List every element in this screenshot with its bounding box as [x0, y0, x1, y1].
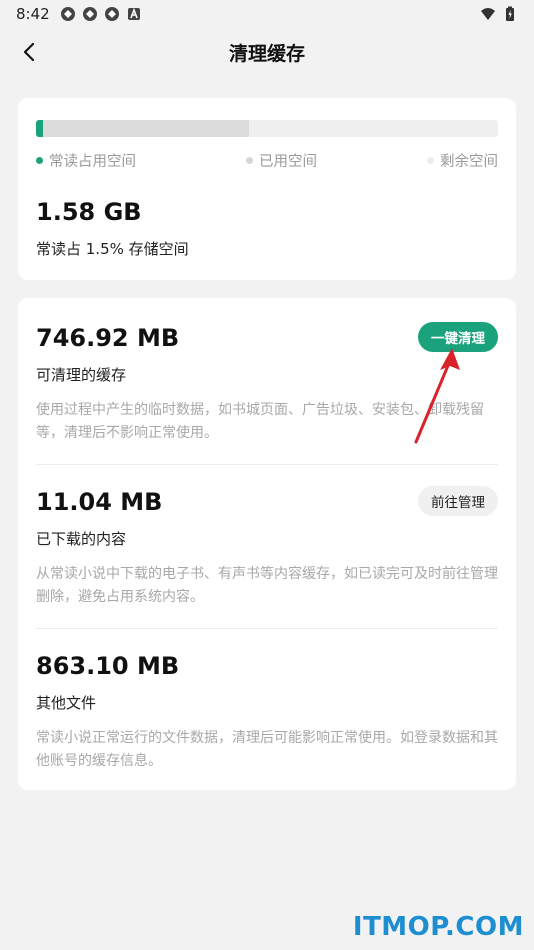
storage-card: 常读占用空间 已用空间 剩余空间 1.58 GB 常读占 1.5% 存储空间: [18, 98, 516, 280]
storage-legend: 常读占用空间 已用空间 剩余空间: [36, 150, 498, 170]
top-bar: 清理缓存: [0, 28, 534, 76]
storage-progress-bar: [36, 120, 498, 137]
section-description: 常读小说正常运行的文件数据，清理后可能影响正常使用。如登录数据和其他账号的缓存信…: [36, 730, 498, 769]
status-time: 8:42: [16, 5, 50, 23]
wifi-icon: [481, 8, 495, 20]
legend-item-app: 常读占用空间: [36, 150, 136, 171]
section-title: 其他文件: [36, 694, 97, 712]
legend-label: 常读占用空间: [49, 153, 136, 170]
storage-app-segment: [36, 120, 43, 137]
battery-icon: [506, 6, 514, 21]
chevron-left-icon: [23, 42, 35, 62]
divider: [36, 464, 498, 465]
legend-dot: [427, 156, 434, 164]
a-notification-icon: [127, 7, 140, 20]
app-storage-note: 常读占 1.5% 存储空间: [36, 240, 189, 258]
app-notification-icon: [82, 7, 97, 21]
legend-label: 已用空间: [259, 153, 317, 170]
status-notification-icons: [60, 6, 142, 22]
status-bar: 8:42: [0, 0, 534, 28]
app-storage-size: 1.58 GB: [36, 198, 142, 226]
annotation-arrow-icon: [414, 348, 460, 444]
page-title: 清理缓存: [228, 42, 305, 65]
app-notification-icon: [60, 7, 75, 21]
watermark-logo: ITMOP.COM: [352, 912, 524, 942]
legend-item-free: 剩余空间: [427, 150, 498, 171]
legend-dot: [246, 156, 253, 164]
status-system-icons: [480, 6, 518, 22]
section-size: 863.10 MB: [36, 652, 180, 680]
storage-used-segment: [36, 120, 249, 137]
back-button[interactable]: [14, 36, 46, 68]
app-notification-icon: [104, 7, 119, 21]
legend-item-used: 已用空间: [246, 150, 317, 171]
legend-label: 剩余空间: [440, 153, 498, 170]
go-manage-button[interactable]: 前往管理: [418, 486, 498, 516]
section-description: 从常读小说中下载的电子书、有声书等内容缓存，如已读完可及时前往管理删除，避免占用…: [36, 566, 498, 605]
other-files-section: 863.10 MB 其他文件 常读小说正常运行的文件数据，清理后可能影响正常使用…: [36, 648, 498, 773]
legend-dot: [36, 156, 43, 164]
divider: [36, 628, 498, 629]
section-title: 已下载的内容: [36, 530, 127, 548]
downloaded-content-section: 11.04 MB 已下载的内容 从常读小说中下载的电子书、有声书等内容缓存，如已…: [36, 484, 498, 609]
